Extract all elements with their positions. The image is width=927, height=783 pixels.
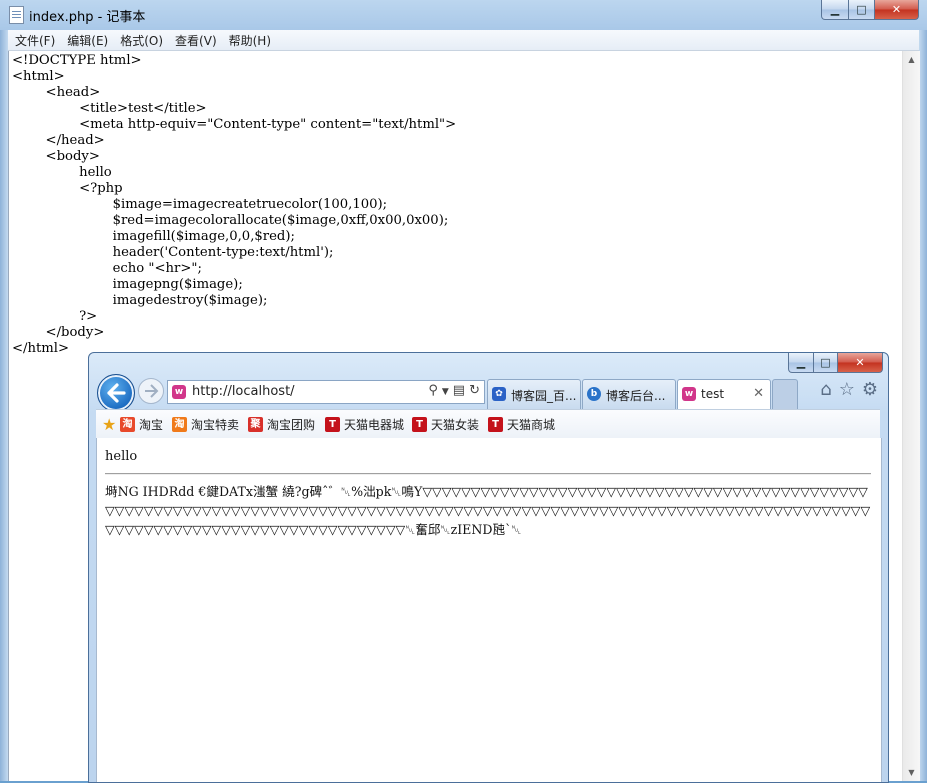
browser-window: ▁ □ ✕ w http://localhost/ ⚲ ▼ ▤ ↻ ✿ 博客园_… — [88, 352, 889, 783]
notepad-app-icon[interactable] — [9, 6, 24, 24]
menu-help[interactable]: 帮助(H) — [222, 30, 276, 49]
add-favorite-star-icon[interactable]: ★ — [102, 415, 116, 434]
refresh-icon[interactable]: ↻ — [469, 383, 480, 401]
blog-icon: b — [587, 387, 601, 401]
paw-icon: ✿ — [492, 387, 506, 401]
fav-tmall-electric[interactable]: T 天猫电器城 — [325, 416, 404, 433]
fav-label: 淘宝特卖 — [191, 418, 240, 432]
taobao-icon: 淘 — [120, 417, 135, 432]
fav-tmall-women[interactable]: T 天猫女装 — [412, 416, 479, 433]
localhost-icon: w — [172, 385, 186, 399]
minimize-icon: ▁ — [796, 356, 806, 369]
browser-toolbar-icons: ⌂ ☆ ⚙ — [820, 381, 878, 399]
fav-taobao-sale[interactable]: 淘 淘宝特卖 — [172, 416, 239, 433]
notepad-maximize-button[interactable]: □ — [849, 0, 875, 20]
notepad-minimize-button[interactable]: ▁ — [821, 0, 849, 20]
juhuasuan-icon: 聚 — [248, 417, 263, 432]
tab-label: 博客后台... — [606, 389, 666, 403]
back-button[interactable] — [97, 374, 135, 412]
tmall-icon: T — [412, 417, 427, 432]
browser-minimize-button[interactable]: ▁ — [788, 353, 814, 373]
fav-label: 天猫商城 — [507, 418, 556, 432]
fav-taobao[interactable]: 淘 淘宝 — [120, 416, 163, 433]
compatibility-view-icon[interactable]: ▤ — [453, 383, 465, 401]
new-tab-button[interactable] — [772, 379, 798, 409]
tab-test[interactable]: w test ✕ — [677, 379, 771, 410]
tab-blog-admin[interactable]: b 博客后台... — [582, 379, 676, 409]
page-binary-garbage-text: 塒NG IHDRdd €鍵DATx滍蟹 繞?g碑ˆ゛␀%泏pk␀鳴Y▽▽▽▽▽▽… — [105, 484, 871, 537]
maximize-icon: □ — [820, 356, 831, 369]
favorites-star-icon[interactable]: ☆ — [839, 381, 855, 399]
tab-label: test — [701, 387, 725, 401]
notepad-title: index.php - 记事本 — [29, 10, 146, 25]
close-icon: ✕ — [891, 3, 902, 16]
notepad-close-button[interactable]: ✕ — [875, 0, 919, 20]
notepad-caption-buttons: ▁ □ ✕ — [821, 0, 919, 20]
page-hello-text: hello — [105, 449, 138, 464]
menu-format[interactable]: 格式(O) — [113, 30, 168, 49]
scroll-down-arrow-icon[interactable]: ▼ — [903, 764, 920, 781]
favorites-bar: ★ 淘 淘宝 淘 淘宝特卖 聚 淘宝团购 T 天猫电器城 T 天猫女装 T 天猫… — [96, 409, 880, 439]
tab-label: 博客园_百... — [511, 389, 577, 403]
fav-label: 天猫女装 — [431, 418, 480, 432]
menu-file[interactable]: 文件(F) — [8, 30, 60, 49]
browser-caption-buttons: ▁ □ ✕ — [788, 353, 883, 373]
back-arrow-icon — [107, 383, 126, 403]
tmall-icon: T — [325, 417, 340, 432]
fav-label: 淘宝团购 — [267, 418, 316, 432]
notepad-vertical-scrollbar[interactable]: ▲ ▼ — [902, 51, 920, 781]
maximize-icon: □ — [856, 3, 867, 16]
menu-view[interactable]: 查看(V) — [168, 30, 222, 49]
fav-label: 淘宝 — [139, 418, 164, 432]
scroll-up-arrow-icon[interactable]: ▲ — [903, 51, 920, 68]
tab-close-icon[interactable]: ✕ — [753, 386, 764, 401]
forward-button[interactable] — [138, 378, 164, 404]
window-frame-right — [919, 30, 927, 781]
browser-close-button[interactable]: ✕ — [838, 353, 883, 373]
minimize-icon: ▁ — [830, 3, 840, 16]
tmall-icon: T — [488, 417, 503, 432]
page-content: hello 塒NG IHDRdd €鍵DATx滍蟹 繞?g碑ˆ゛␀%泏pk␀鳴Y… — [96, 438, 882, 782]
home-icon[interactable]: ⌂ — [820, 381, 831, 399]
notepad-menu-bar: 文件(F) 编辑(E) 格式(O) 查看(V) 帮助(H) — [8, 30, 919, 51]
notepad-text[interactable]: <!DOCTYPE html> <html> <head> <title>tes… — [9, 51, 903, 357]
address-url[interactable]: http://localhost/ — [192, 384, 295, 399]
address-tools: ⚲ ▼ ▤ ↻ — [428, 383, 480, 401]
settings-gear-icon[interactable]: ⚙ — [862, 381, 878, 399]
notepad-title-bar[interactable]: index.php - 记事本 ▁ □ ✕ — [0, 0, 927, 30]
fav-tmall-mall[interactable]: T 天猫商城 — [488, 416, 555, 433]
window-frame-left — [0, 30, 8, 781]
address-bar[interactable]: w http://localhost/ ⚲ ▼ ▤ ↻ — [167, 380, 485, 404]
fav-label: 天猫电器城 — [344, 418, 405, 432]
close-icon: ✕ — [855, 356, 865, 369]
localhost-icon: w — [682, 387, 696, 401]
fav-taobao-group[interactable]: 聚 淘宝团购 — [248, 416, 315, 433]
page-horizontal-rule — [105, 473, 871, 475]
tab-cnblogs[interactable]: ✿ 博客园_百... — [487, 379, 581, 409]
search-icon[interactable]: ⚲ — [428, 383, 438, 401]
browser-maximize-button[interactable]: □ — [814, 353, 838, 373]
taobao-sale-icon: 淘 — [172, 417, 187, 432]
dropdown-arrow-icon[interactable]: ▼ — [442, 383, 449, 401]
forward-arrow-icon — [145, 384, 159, 398]
menu-edit[interactable]: 编辑(E) — [60, 30, 113, 49]
